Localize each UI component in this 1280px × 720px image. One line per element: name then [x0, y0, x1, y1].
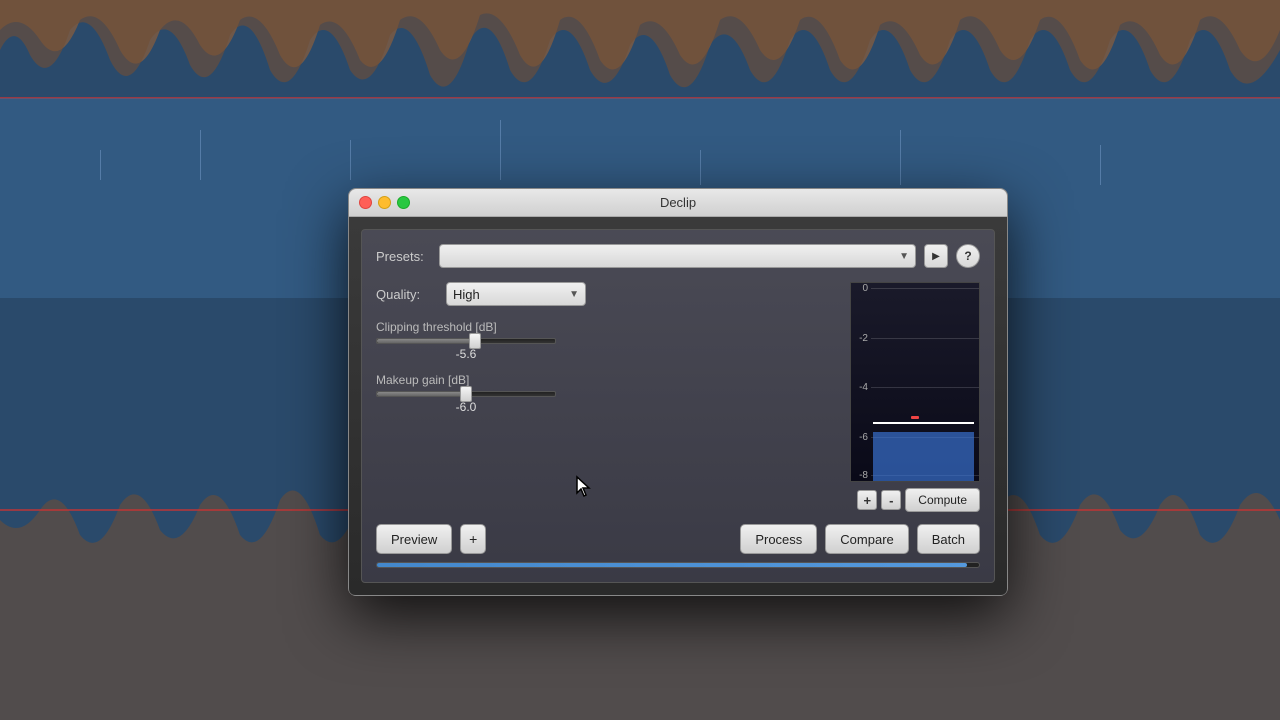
clipping-threshold-value: -5.6	[376, 347, 556, 361]
graph-gridline-2	[871, 338, 979, 339]
maximize-button[interactable]	[397, 196, 410, 209]
clipping-threshold-section: Clipping threshold [dB] -5.6	[376, 320, 836, 361]
minus-icon: -	[889, 494, 893, 507]
window-title: Declip	[660, 195, 696, 210]
quality-row: Quality: High ▼	[376, 282, 836, 306]
main-content: Quality: High ▼ Clipping threshold [dB]	[376, 282, 980, 512]
help-icon: ?	[964, 249, 971, 263]
clipping-threshold-thumb[interactable]	[469, 333, 481, 349]
preview-plus-button[interactable]: +	[460, 524, 486, 554]
minimize-button[interactable]	[378, 196, 391, 209]
graph-label-8: -8	[851, 470, 871, 481]
compare-button[interactable]: Compare	[825, 524, 908, 554]
clipping-threshold-label: Clipping threshold [dB]	[376, 320, 836, 334]
batch-button[interactable]: Batch	[917, 524, 980, 554]
window-titlebar: Declip	[349, 189, 1007, 217]
graph-threshold-line	[873, 422, 974, 424]
graph-label-4: -4	[851, 382, 871, 393]
makeup-gain-thumb[interactable]	[460, 386, 472, 402]
graph-plus-button[interactable]: +	[857, 490, 877, 510]
play-icon: ▶	[932, 251, 940, 262]
graph-area: 0 -2 -4	[850, 282, 980, 512]
clipping-threshold-track[interactable]	[376, 338, 556, 344]
presets-row: Presets: ▼ ▶ ?	[376, 244, 980, 268]
controls-area: Quality: High ▼ Clipping threshold [dB]	[376, 282, 836, 512]
makeup-gain-fill	[377, 392, 466, 396]
inner-panel: Presets: ▼ ▶ ? Quality:	[361, 229, 995, 583]
presets-help-button[interactable]: ?	[956, 244, 980, 268]
progress-bar-fill	[377, 563, 967, 567]
preview-plus-icon: +	[469, 531, 477, 547]
graph-label-0: 0	[851, 283, 871, 294]
compute-controls: + - Compute	[850, 488, 980, 512]
clipping-threshold-fill	[377, 339, 475, 343]
graph-label-6: -6	[851, 432, 871, 443]
makeup-gain-section: Makeup gain [dB] -6.0	[376, 373, 836, 414]
presets-dropdown[interactable]: ▼	[439, 244, 916, 268]
preview-button[interactable]: Preview	[376, 524, 452, 554]
progress-bar-container	[376, 562, 980, 568]
graph-gridline-0	[871, 288, 979, 289]
dropdown-arrow-icon: ▼	[899, 251, 909, 262]
makeup-gain-value: -6.0	[376, 400, 556, 414]
window-body: Presets: ▼ ▶ ? Quality:	[349, 217, 1007, 595]
plus-icon: +	[864, 494, 872, 507]
declip-window: Declip Presets: ▼ ▶ ?	[348, 188, 1008, 596]
graph-gridline-4	[871, 387, 979, 388]
process-button[interactable]: Process	[740, 524, 817, 554]
quality-label: Quality:	[376, 287, 436, 302]
quality-arrow-icon: ▼	[569, 289, 579, 300]
bottom-toolbar: Preview + Process Compare Batch	[376, 524, 980, 554]
traffic-lights	[359, 196, 410, 209]
presets-play-button[interactable]: ▶	[924, 244, 948, 268]
presets-label: Presets:	[376, 249, 431, 264]
graph-minus-button[interactable]: -	[881, 490, 901, 510]
graph-red-marker	[911, 416, 919, 419]
clipping-threshold-slider-wrapper: -5.6	[376, 338, 556, 361]
makeup-gain-label: Makeup gain [dB]	[376, 373, 836, 387]
makeup-gain-track[interactable]	[376, 391, 556, 397]
quality-dropdown[interactable]: High ▼	[446, 282, 586, 306]
graph-blue-bar	[873, 432, 974, 482]
quality-value: High	[453, 287, 480, 302]
graph-label-2: -2	[851, 333, 871, 344]
makeup-gain-slider-wrapper: -6.0	[376, 391, 556, 414]
compute-button[interactable]: Compute	[905, 488, 980, 512]
graph-container: 0 -2 -4	[850, 282, 980, 482]
close-button[interactable]	[359, 196, 372, 209]
